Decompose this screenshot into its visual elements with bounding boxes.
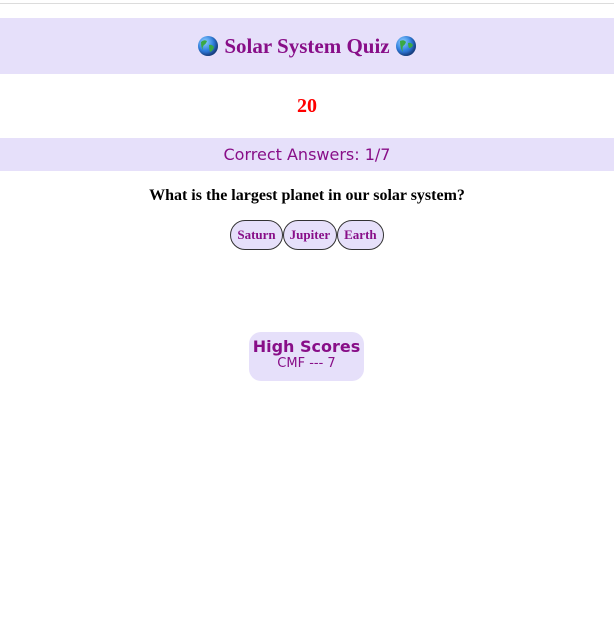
score-bar: Correct Answers: 1/7 <box>0 138 614 171</box>
globe-icon <box>395 36 416 56</box>
quiz-header: Solar System Quiz <box>0 18 614 74</box>
globe-icon <box>198 36 219 56</box>
quiz-title: Solar System Quiz <box>224 33 390 58</box>
top-divider <box>0 3 614 4</box>
high-score-entry: CMF --- 7 <box>277 356 336 371</box>
answer-options: Saturn Jupiter Earth <box>0 220 614 250</box>
high-scores-title: High Scores <box>252 337 361 356</box>
answer-button-earth[interactable]: Earth <box>337 220 384 250</box>
high-scores-panel: High Scores CMF --- 7 <box>249 332 364 381</box>
correct-answers-text: Correct Answers: 1/7 <box>223 145 391 164</box>
answer-button-jupiter[interactable]: Jupiter <box>282 220 338 250</box>
question-text: What is the largest planet in our solar … <box>149 187 465 204</box>
countdown-timer: 20 <box>297 95 317 117</box>
answer-button-saturn[interactable]: Saturn <box>230 220 283 250</box>
